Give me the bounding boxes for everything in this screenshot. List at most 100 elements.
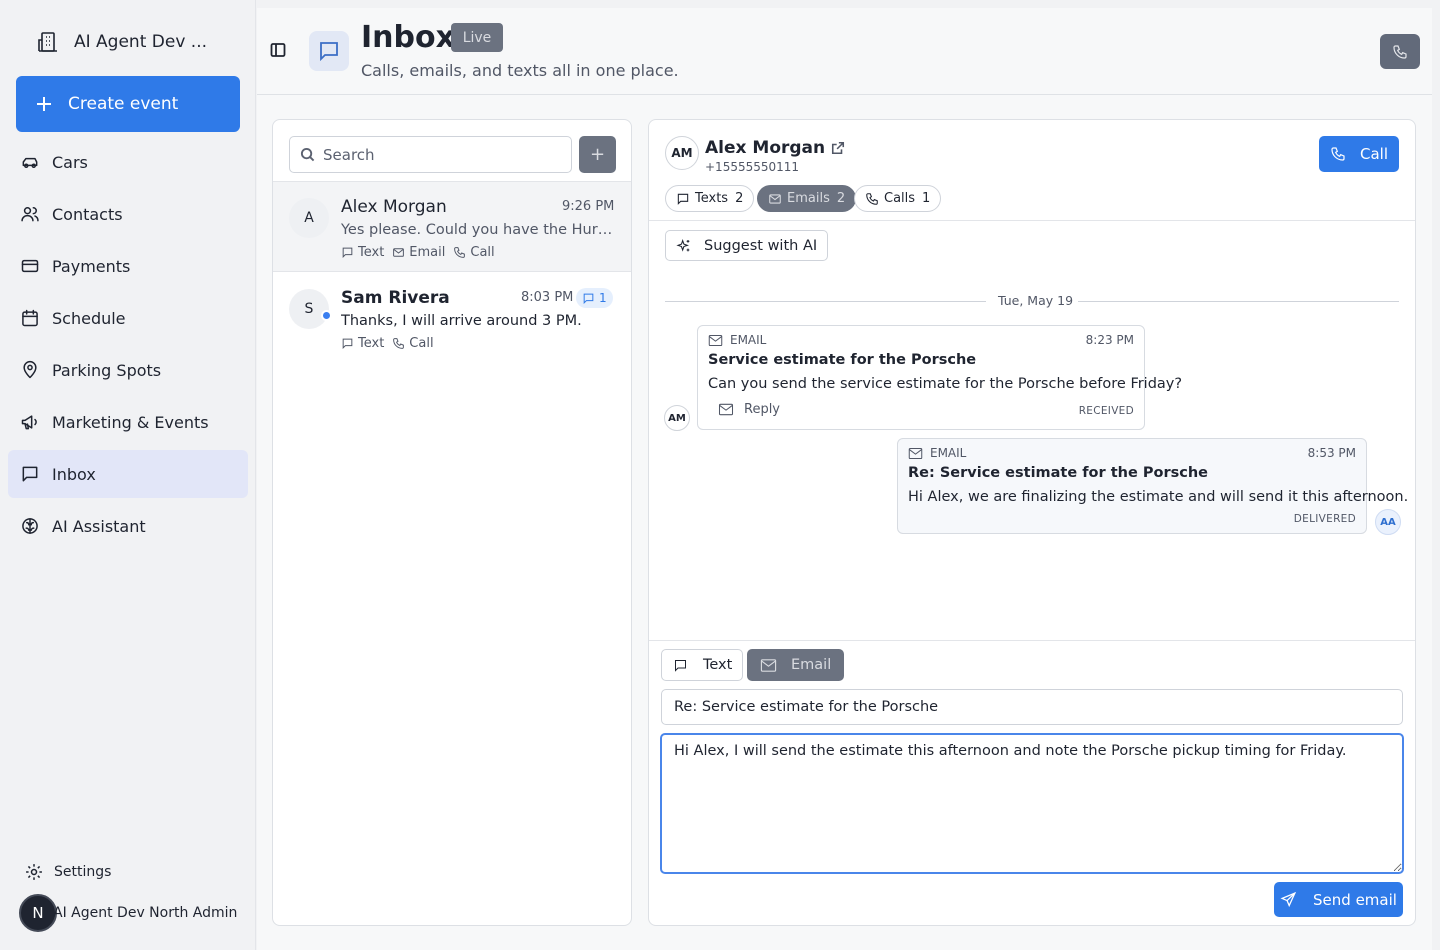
message-time: 8:23 PM — [1085, 333, 1134, 347]
building-icon — [38, 32, 57, 52]
external-link-icon — [832, 141, 845, 155]
message-square-icon — [22, 466, 38, 482]
avatar: A — [289, 198, 329, 238]
avatar: N — [19, 894, 57, 932]
divider — [649, 640, 1415, 641]
call-button[interactable]: Call — [1319, 136, 1399, 172]
message-type-label: EMAIL — [730, 333, 767, 347]
conversation-preview: Yes please. Could you have the Huracan r… — [341, 222, 615, 238]
search-icon — [300, 147, 315, 162]
send-email-button[interactable]: Send email — [1274, 882, 1403, 917]
message-body: Can you send the service estimate for th… — [708, 376, 1183, 392]
user-menu[interactable]: N AI Agent Dev North Admin — [19, 894, 237, 932]
map-pin-icon — [23, 360, 37, 379]
page-subtitle: Calls, emails, and texts all in one plac… — [361, 61, 679, 80]
create-event-label: Create event — [68, 94, 179, 114]
sidebar-item-cars[interactable]: Cars — [8, 138, 248, 186]
avatar: AA — [1375, 509, 1401, 535]
sidebar-item-schedule[interactable]: Schedule — [8, 294, 248, 342]
message-body-input[interactable]: Hi Alex, I will send the estimate this a… — [660, 733, 1404, 874]
sidebar-item-label: Marketing & Events — [52, 412, 209, 432]
date-label: Tue, May 19 — [998, 293, 1074, 308]
divider — [665, 301, 986, 302]
settings-link[interactable]: Settings — [24, 862, 111, 882]
page-title: Inbox — [361, 20, 455, 55]
unread-count: 1 — [599, 291, 607, 305]
search-box[interactable]: Search — [289, 136, 572, 173]
avatar: AM — [664, 405, 690, 431]
conversation-thread-panel: AM Alex Morgan +15555550111 Call Texts 2… — [648, 119, 1416, 926]
conversation-name: Alex Morgan — [341, 197, 447, 217]
suggest-with-ai-button[interactable]: Suggest with AI — [665, 230, 829, 261]
contact-phone: +15555550111 — [705, 160, 800, 174]
sidebar-item-ai-assistant[interactable]: AI Assistant — [8, 502, 248, 550]
date-separator: Tue, May 19 — [665, 292, 1399, 312]
panel-left-icon — [270, 43, 286, 57]
message-time: 8:53 PM — [1307, 446, 1356, 460]
org-switcher[interactable]: AI Agent Dev ... — [36, 30, 207, 54]
filter-count: 2 — [735, 191, 744, 206]
channel-label: Email — [409, 245, 446, 260]
org-name: AI Agent Dev ... — [74, 32, 207, 52]
reply-button[interactable]: Reply — [718, 402, 780, 417]
megaphone-icon — [21, 415, 37, 430]
mail-icon — [769, 193, 781, 204]
message-sent: EMAIL 8:53 PM Re: Service estimate for t… — [897, 438, 1408, 534]
contact-name-link[interactable]: Alex Morgan — [705, 138, 845, 158]
channel-label: Text — [358, 336, 385, 351]
sidebar-nav: Cars Contacts Payments Schedule Parking … — [8, 138, 248, 554]
message-subject: Service estimate for the Porsche — [708, 352, 977, 368]
sidebar-item-payments[interactable]: Payments — [8, 242, 248, 290]
email-subject-input[interactable] — [661, 689, 1403, 725]
channel-text: Text — [341, 245, 384, 260]
channel-call: Call — [453, 245, 495, 260]
conversation-item-alex-morgan[interactable]: A Alex Morgan 9:26 PM Yes please. Could … — [273, 182, 631, 272]
search-input[interactable]: Search — [323, 146, 375, 164]
new-conversation-button[interactable]: + — [579, 136, 616, 173]
channel-text: Text — [341, 336, 384, 351]
divider — [1078, 301, 1399, 302]
create-event-button[interactable]: Create event — [16, 76, 240, 132]
sidebar-item-parking-spots[interactable]: Parking Spots — [8, 346, 248, 394]
message-square-icon — [583, 293, 594, 304]
unread-dot — [321, 310, 332, 321]
phone-icon — [866, 192, 878, 205]
compose-mode-email[interactable]: Email — [747, 649, 845, 681]
filter-label: Calls — [884, 191, 916, 206]
sidebar-item-label: AI Assistant — [52, 516, 146, 536]
filter-count: 2 — [836, 191, 846, 206]
phone-dialer-button[interactable] — [1380, 34, 1420, 69]
users-icon — [21, 207, 39, 222]
inbox-header-icon — [309, 31, 349, 71]
channel-label: Text — [358, 245, 385, 260]
page-header: Inbox Live Calls, emails, and texts all … — [257, 8, 1432, 95]
suggest-label: Suggest with AI — [704, 237, 818, 254]
user-name: AI Agent Dev North Admin — [53, 905, 238, 921]
message-square-icon — [342, 338, 353, 350]
message-square-icon — [675, 659, 686, 672]
sidebar-item-marketing-events[interactable]: Marketing & Events — [8, 398, 248, 446]
conversation-time: 8:03 PM — [521, 290, 574, 305]
sidebar-item-contacts[interactable]: Contacts — [8, 190, 248, 238]
phone-icon — [1393, 44, 1407, 59]
compose-mode-text[interactable]: Text — [661, 649, 744, 681]
message-body: Hi Alex, we are finalizing the estimate … — [908, 489, 1409, 505]
sidebar-item-inbox[interactable]: Inbox — [8, 450, 248, 498]
channel-call: Call — [392, 336, 434, 351]
phone-icon — [454, 247, 466, 258]
filter-calls[interactable]: Calls 1 — [854, 185, 942, 212]
mode-label: Text — [703, 657, 733, 673]
sidebar-item-label: Parking Spots — [52, 360, 162, 380]
message-status: RECEIVED — [1078, 405, 1134, 417]
phone-icon — [1331, 147, 1345, 161]
filter-texts[interactable]: Texts 2 — [665, 185, 755, 212]
mail-icon — [760, 658, 777, 672]
filter-emails[interactable]: Emails 2 — [757, 185, 857, 212]
gear-icon — [26, 864, 42, 880]
sidebar-toggle[interactable] — [270, 42, 286, 58]
sidebar-item-label: Cars — [52, 152, 88, 172]
channel-list: Text Email Call — [341, 245, 495, 260]
filter-label: Emails — [787, 191, 830, 206]
channel-list: Text Call — [341, 336, 434, 351]
message-type: EMAIL — [708, 333, 766, 347]
